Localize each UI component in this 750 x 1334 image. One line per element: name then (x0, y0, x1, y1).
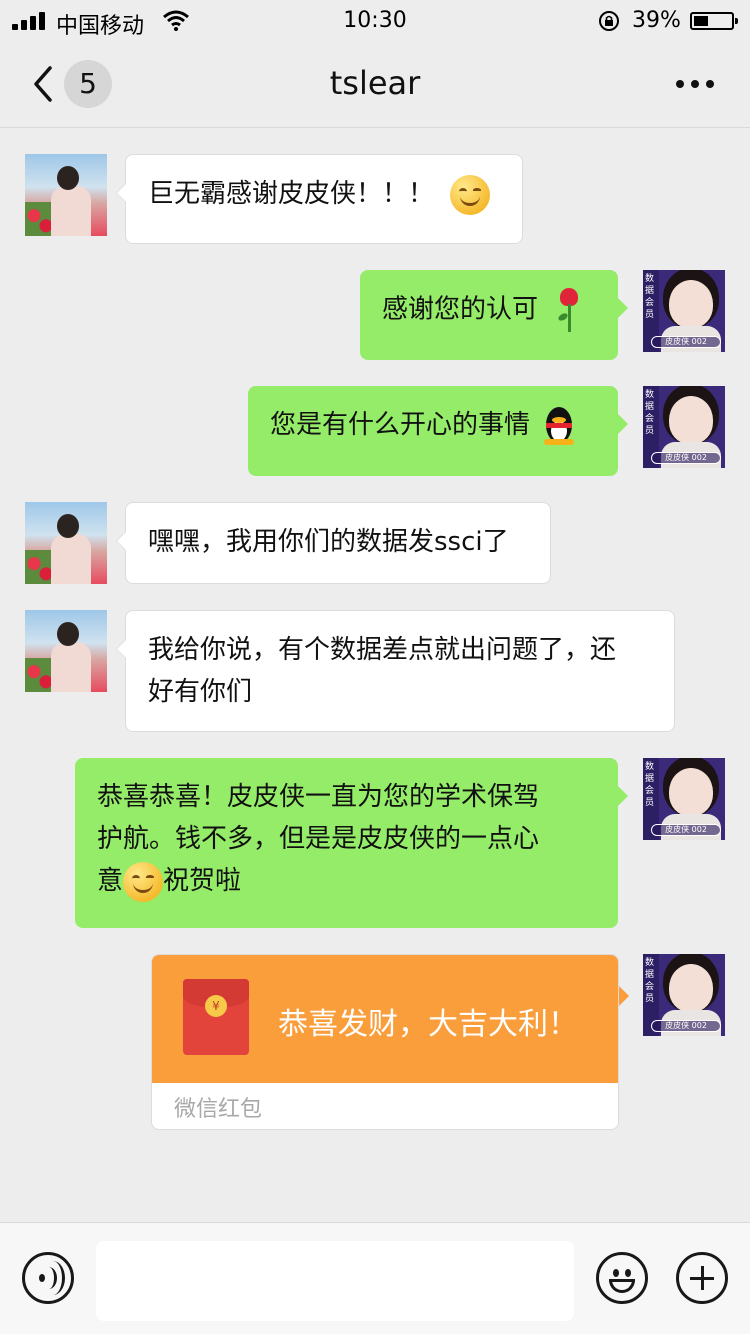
contact-avatar[interactable] (25, 610, 107, 692)
message-text: 嘿嘿，我用你们的数据发ssci了 (148, 527, 509, 557)
smile-emoji-icon (450, 174, 491, 215)
message-text: 意 (97, 866, 124, 896)
message-text: 您是有什么开心的事情 (270, 410, 531, 440)
avatar-tag: 皮皮侠 002 (651, 336, 721, 348)
message-list[interactable]: 巨无霸感谢皮皮侠！！！ 数据会员 皮皮侠 002 感谢您的认可 数据会员 皮皮侠… (0, 128, 750, 1222)
message-text-line: 意 祝贺啦 (97, 860, 596, 902)
message-bubble[interactable]: 巨无霸感谢皮皮侠！！！ (116, 154, 523, 244)
chat-header: 5 tslear (0, 42, 750, 128)
orientation-lock-icon (599, 11, 619, 31)
avatar-tag: 皮皮侠 002 (651, 1020, 721, 1032)
more-dots-icon[interactable] (676, 80, 714, 90)
status-bar: 中国移动 10:30 39% (0, 0, 750, 42)
battery-fill (694, 16, 708, 26)
chat-title: tslear (329, 64, 421, 102)
message-text: 感谢您的认可 (382, 294, 539, 325)
red-packet-label: 微信红包 (174, 1097, 263, 1122)
message-bubble[interactable]: 嘿嘿，我用你们的数据发ssci了 (116, 502, 551, 584)
emoji-icon[interactable] (596, 1252, 648, 1304)
input-bar (0, 1222, 750, 1334)
voice-icon[interactable] (22, 1252, 74, 1304)
rose-emoji-icon (554, 288, 584, 332)
bubble-tail (619, 986, 629, 1006)
message-bubble[interactable]: 您是有什么开心的事情 (248, 386, 628, 476)
coin-symbol: ¥ (205, 995, 227, 1017)
self-avatar[interactable]: 数据会员 皮皮侠 002 (643, 954, 725, 1036)
avatar-tag: 皮皮侠 002 (651, 824, 721, 836)
message-text-line: 我给你说，有个数据差点就出问题了，还 (148, 635, 617, 665)
message-bubble[interactable]: 感谢您的认可 (360, 270, 628, 360)
battery-icon (690, 12, 738, 30)
plus-icon[interactable] (676, 1252, 728, 1304)
contact-avatar[interactable] (25, 502, 107, 584)
contact-avatar[interactable] (25, 154, 107, 236)
message-input[interactable] (96, 1241, 574, 1321)
message-text: 祝贺啦 (163, 866, 242, 896)
red-packet-greeting: 恭喜发财，大吉大利！ (278, 1007, 578, 1042)
red-packet-body: ¥ 恭喜发财，大吉大利！ (152, 955, 618, 1083)
self-avatar[interactable]: 数据会员 皮皮侠 002 (643, 758, 725, 840)
message-text-line: 护航。钱不多，但是是皮皮侠的一点心 (97, 824, 540, 854)
self-avatar[interactable]: 数据会员 皮皮侠 002 (643, 270, 725, 352)
message-text: 巨无霸感谢皮皮侠！！！ (148, 179, 435, 209)
red-envelope-icon: ¥ (183, 979, 249, 1055)
message-text-line: 好有你们 (148, 677, 253, 707)
message-text-line: 恭喜恭喜！皮皮侠一直为您的学术保驾 (97, 782, 540, 812)
red-packet-card[interactable]: ¥ 恭喜发财，大吉大利！ 微信红包 (151, 954, 619, 1130)
message-bubble[interactable]: 恭喜恭喜！皮皮侠一直为您的学术保驾 护航。钱不多，但是是皮皮侠的一点心 意 祝贺啦 (75, 758, 628, 928)
smile-emoji-icon (123, 861, 164, 902)
battery-percent: 39% (632, 8, 681, 33)
qq-penguin-emoji-icon (538, 405, 580, 447)
message-bubble[interactable]: 我给你说，有个数据差点就出问题了，还 好有你们 (116, 610, 675, 732)
self-avatar[interactable]: 数据会员 皮皮侠 002 (643, 386, 725, 468)
avatar-tag: 皮皮侠 002 (651, 452, 721, 464)
